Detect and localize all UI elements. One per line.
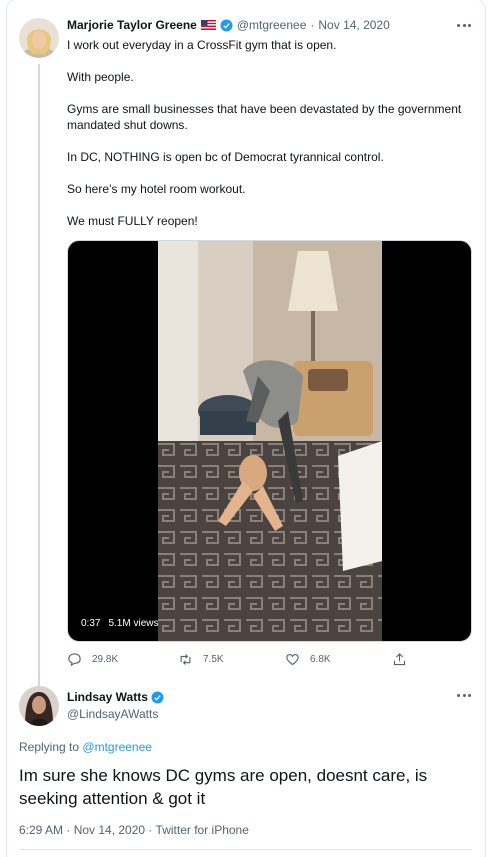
- tweet-line: I work out everyday in a CrossFit gym th…: [67, 38, 337, 52]
- thread-line: [38, 64, 40, 688]
- more-options-icon[interactable]: [457, 694, 471, 698]
- tweet-line: With people.: [67, 70, 134, 84]
- retweet-button[interactable]: 7.5K: [178, 652, 224, 667]
- tweet-line: So here’s my hotel room workout.: [67, 182, 246, 196]
- reply-author-handle[interactable]: @LindsayAWatts: [67, 707, 158, 721]
- tweet-line: We must FULLY reopen!: [67, 214, 198, 228]
- retweet-count: 7.5K: [203, 654, 224, 665]
- like-button[interactable]: 6.8K: [285, 652, 331, 667]
- share-icon: [393, 653, 406, 666]
- divider: [19, 849, 472, 850]
- reply-button[interactable]: 29.8K: [67, 652, 118, 667]
- video-meta: 0:37 5.1M views: [81, 618, 158, 629]
- video-player[interactable]: 0:37 5.1M views: [67, 240, 472, 642]
- heart-icon: [286, 653, 299, 666]
- tweet-date[interactable]: Nov 14, 2020: [318, 18, 389, 32]
- reply-icon: [68, 653, 81, 667]
- reply-text: Im sure she knows DC gyms are open, does…: [19, 766, 428, 808]
- reply-author-avatar[interactable]: [19, 686, 59, 726]
- reply-count: 29.8K: [92, 654, 119, 665]
- video-views: 5.1M views: [108, 618, 159, 629]
- author-handle[interactable]: @mtgreenee: [237, 18, 307, 32]
- replying-to: Replying to @mtgreenee: [19, 740, 152, 754]
- verified-badge-icon: [220, 19, 233, 31]
- share-button[interactable]: [392, 652, 407, 667]
- author-avatar[interactable]: [19, 18, 59, 58]
- tweet-header: Marjorie Taylor Greene @mtgreenee · Nov …: [67, 18, 390, 32]
- tweet-actions: 29.8K 7.5K 6.8K: [67, 652, 472, 670]
- retweet-icon: [180, 654, 191, 665]
- us-flag-icon: [200, 20, 216, 30]
- tweet-line: In DC, NOTHING is open bc of Democrat ty…: [67, 150, 384, 164]
- reply-author-name[interactable]: Lindsay Watts: [67, 690, 148, 704]
- more-options-icon[interactable]: [457, 24, 471, 28]
- tweet-line: Gyms are small businesses that have been…: [67, 102, 462, 132]
- video-duration: 0:37: [81, 618, 101, 629]
- author-name[interactable]: Marjorie Taylor Greene: [67, 18, 197, 32]
- verified-badge-icon: [151, 691, 164, 703]
- separator-dot: ·: [310, 18, 315, 32]
- like-count: 6.8K: [310, 654, 331, 665]
- reply-meta[interactable]: 6:29 AM · Nov 14, 2020 · Twitter for iPh…: [19, 823, 249, 837]
- replying-to-link[interactable]: @mtgreenee: [82, 740, 152, 754]
- replying-prefix: Replying to: [19, 740, 80, 754]
- reply-author-row: Lindsay Watts: [67, 690, 164, 704]
- video-frame[interactable]: [158, 241, 382, 641]
